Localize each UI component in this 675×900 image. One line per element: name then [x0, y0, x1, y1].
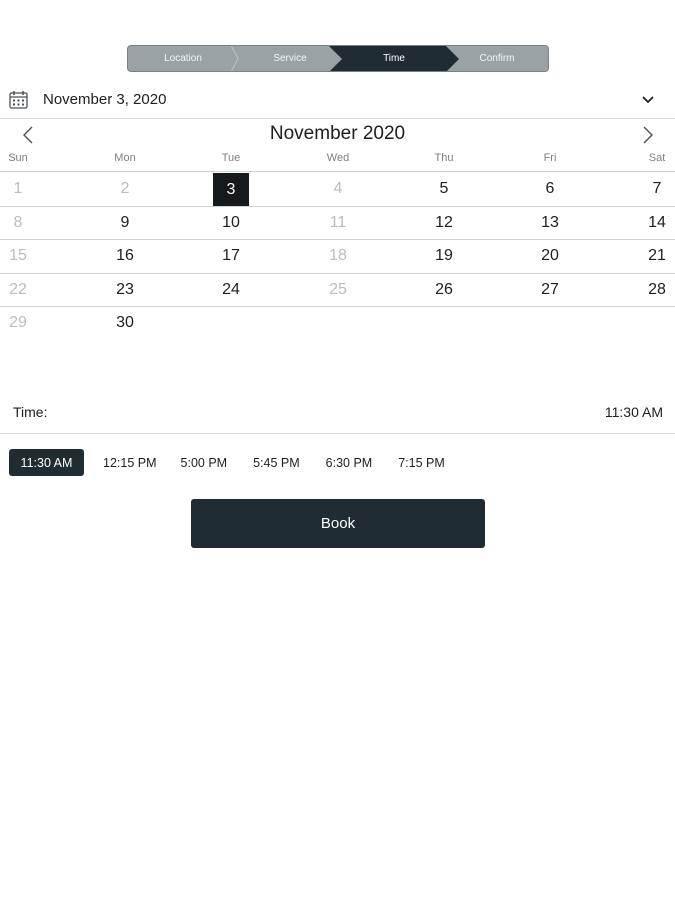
calendar-day[interactable]: 21 — [639, 240, 675, 272]
time-slot[interactable]: 5:45 PM — [244, 449, 309, 476]
weekday-header-row: Sun Mon Tue Wed Thu Fri Sat — [0, 152, 675, 172]
time-slot[interactable]: 11:30 AM — [9, 449, 84, 476]
chevron-down-icon[interactable] — [640, 92, 656, 108]
calendar-day: 15 — [9, 247, 27, 264]
month-title: November 2020 — [269, 123, 406, 144]
calendar-day: 2 — [120, 180, 130, 197]
weekday-label: Fri — [543, 152, 557, 164]
time-slot[interactable]: 7:15 PM — [389, 449, 454, 476]
calendar-week-row: 1 2 3 4 5 6 7 — [0, 173, 675, 207]
calendar-day[interactable]: 16 — [107, 240, 143, 272]
time-summary-row: Time: 11:30 AM — [0, 395, 675, 434]
weekday-label: Thu — [434, 152, 454, 164]
calendar-day[interactable]: 12 — [426, 207, 462, 239]
step-location[interactable]: Location — [128, 46, 239, 71]
step-time[interactable]: Time — [329, 46, 459, 71]
calendar-day: 25 — [329, 280, 347, 298]
selected-date-text: November 3, 2020 — [43, 91, 167, 108]
calendar-day[interactable]: 23 — [107, 274, 143, 306]
calendar-week-row: 29 30 — [0, 307, 675, 341]
date-picker-header[interactable]: November 3, 2020 — [0, 82, 675, 119]
book-button[interactable]: Book — [191, 499, 485, 548]
chevron-right-icon[interactable] — [640, 124, 656, 146]
time-slot[interactable]: 12:15 PM — [94, 449, 166, 476]
calendar-day[interactable]: 17 — [213, 240, 249, 272]
calendar-day[interactable]: 5 — [426, 173, 462, 205]
calendar-day: 1 — [13, 180, 23, 197]
weekday-label: Sat — [648, 152, 666, 164]
calendar-day: 11 — [329, 213, 347, 231]
step-label: Service — [273, 53, 307, 64]
calendar-day[interactable]: 24 — [213, 274, 249, 306]
selected-time-value: 11:30 AM — [604, 404, 663, 420]
calendar-week-row: 22 23 24 25 26 27 28 — [0, 274, 675, 307]
month-navigation: November 2020 — [0, 120, 675, 150]
step-label: Confirm — [479, 53, 515, 64]
calendar-day[interactable]: 26 — [426, 274, 462, 306]
calendar-day-grid: 1 2 3 4 5 6 7 8 9 10 11 12 13 14 15 16 17 18 19 20 21 22 23 24 2… — [0, 173, 675, 341]
time-label: Time: — [13, 404, 48, 420]
calendar-day: 22 — [9, 280, 27, 298]
calendar-day[interactable]: 7 — [639, 173, 675, 205]
step-service[interactable]: Service — [238, 46, 342, 71]
progress-stepper: Location Service Time Confirm — [127, 45, 549, 72]
calendar-day-selected[interactable]: 3 — [213, 173, 249, 206]
time-slot[interactable]: 6:30 PM — [317, 449, 382, 476]
weekday-label: Wed — [326, 152, 350, 164]
calendar-day[interactable]: 9 — [107, 207, 143, 239]
calendar-day[interactable]: 20 — [532, 240, 568, 272]
calendar-day[interactable]: 14 — [639, 207, 675, 239]
weekday-label: Mon — [114, 152, 136, 164]
time-slot-list: 11:30 AM 12:15 PM 5:00 PM 5:45 PM 6:30 P… — [9, 449, 454, 476]
step-label: Time — [383, 53, 405, 64]
weekday-label: Sun — [8, 152, 28, 164]
calendar-day[interactable]: 13 — [532, 207, 568, 239]
step-confirm[interactable]: Confirm — [446, 46, 548, 71]
calendar-day[interactable]: 30 — [107, 307, 143, 339]
step-separator-icon — [231, 46, 239, 71]
calendar-day[interactable]: 10 — [213, 207, 249, 239]
step-label: Location — [164, 53, 202, 64]
calendar-day[interactable]: 27 — [532, 274, 568, 306]
calendar-day: 4 — [333, 180, 343, 197]
calendar-day[interactable]: 6 — [532, 173, 568, 205]
calendar-week-row: 15 16 17 18 19 20 21 — [0, 240, 675, 274]
calendar-day[interactable]: 28 — [639, 274, 675, 306]
time-slot[interactable]: 5:00 PM — [172, 449, 237, 476]
calendar-day: 29 — [9, 314, 27, 331]
weekday-label: Tue — [221, 152, 241, 164]
calendar-day: 8 — [13, 213, 23, 231]
calendar-week-row: 8 9 10 11 12 13 14 — [0, 207, 675, 240]
calendar-day[interactable]: 19 — [426, 240, 462, 272]
calendar-icon — [9, 91, 28, 109]
calendar-day: 18 — [329, 247, 347, 264]
